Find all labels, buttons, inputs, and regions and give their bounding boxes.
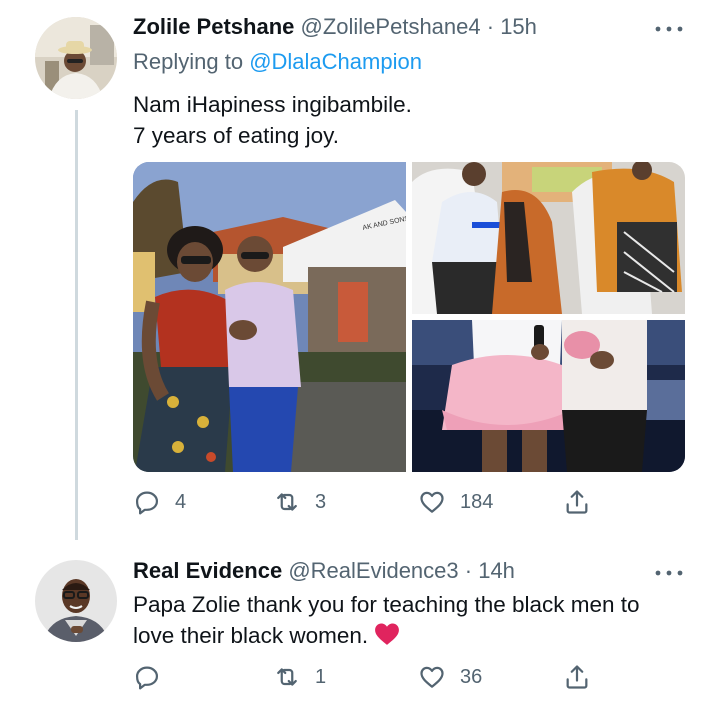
tweet-actions: 4 3 184 [133, 482, 693, 522]
retweet-button[interactable]: 3 [273, 482, 326, 522]
retweet-count: 3 [315, 490, 327, 513]
like-button[interactable]: 184 [418, 482, 493, 522]
retweet-icon [277, 493, 297, 511]
tweet-text-line: Nam iHapiness ingibambile. [133, 92, 412, 117]
like-icon [420, 491, 444, 513]
tweet-text-line: love their black women. [133, 620, 640, 651]
author-handle[interactable]: @RealEvidence3 [288, 558, 458, 583]
tweet-time[interactable]: 15h [500, 14, 537, 39]
tweet-time[interactable]: 14h [478, 558, 515, 583]
tweet-actions: 1 36 [133, 657, 693, 697]
share-button[interactable] [563, 482, 591, 522]
like-icon [420, 666, 444, 688]
separator: · [458, 558, 479, 583]
author-handle[interactable]: @ZolilePetshane4 [301, 14, 481, 39]
tweet-text-line: Papa Zolie thank you for teaching the bl… [133, 592, 640, 617]
share-button[interactable] [563, 657, 591, 697]
more-icon[interactable] [654, 23, 684, 35]
tweet-header: Zolile Petshane @ZolilePetshane4 · 15h [133, 14, 537, 40]
avatar[interactable] [35, 560, 117, 642]
like-count: 184 [460, 490, 494, 513]
more-icon[interactable] [654, 567, 684, 579]
retweet-count: 1 [315, 665, 327, 688]
share-icon [566, 665, 588, 689]
reply-count: 4 [175, 490, 187, 513]
reply-icon [135, 491, 159, 515]
author-name[interactable]: Zolile Petshane [133, 14, 294, 39]
photo-thrones[interactable] [412, 162, 685, 314]
like-button[interactable]: 36 [418, 657, 482, 697]
retweet-icon [277, 668, 297, 686]
tweet[interactable]: Real Evidence @RealEvidence3 · 14h Papa … [0, 540, 720, 708]
thread-line [75, 110, 78, 540]
photo-couple[interactable]: AK AND SONS 082 909 233 [133, 162, 406, 472]
tweet-text: Papa Zolie thank you for teaching the bl… [133, 589, 640, 651]
tweet[interactable]: Zolile Petshane @ZolilePetshane4 · 15h R… [0, 0, 720, 540]
reply-button[interactable] [133, 657, 175, 697]
retweet-button[interactable]: 1 [273, 657, 326, 697]
separator: · [480, 14, 501, 39]
reply-icon [135, 666, 159, 690]
media-grid[interactable]: AK AND SONS 082 909 233 [133, 162, 685, 472]
replying-to: Replying to @DlalaChampion [133, 49, 422, 75]
tweet-text: Nam iHapiness ingibambile. 7 years of ea… [133, 89, 412, 151]
reply-button[interactable]: 4 [133, 482, 186, 522]
share-icon [566, 490, 588, 514]
tweet-text-content: love their black women. [133, 623, 375, 648]
avatar[interactable] [35, 17, 117, 99]
author-name[interactable]: Real Evidence [133, 558, 282, 583]
mention-link[interactable]: @DlalaChampion [249, 49, 422, 74]
tweet-text-line: 7 years of eating joy. [133, 123, 339, 148]
photo-pink-outfits[interactable] [412, 320, 685, 472]
like-count: 36 [460, 665, 483, 688]
heart-emoji-icon [375, 623, 400, 645]
tweet-header: Real Evidence @RealEvidence3 · 14h [133, 558, 515, 584]
replying-prefix: Replying to [133, 49, 250, 74]
